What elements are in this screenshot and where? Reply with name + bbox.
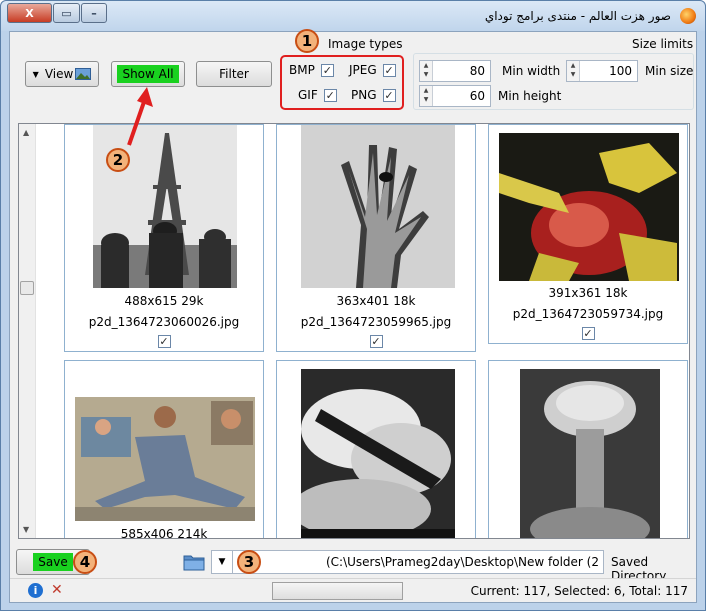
min-height-label: Min height — [498, 89, 562, 103]
thumbnail-image — [301, 125, 455, 288]
thumbnail-image — [301, 369, 455, 538]
title-bar: X ▭ – صور هزت العالم - منتدى برامج توداي — [1, 1, 705, 31]
progress-bar — [272, 582, 403, 600]
vertical-scrollbar[interactable]: ▲ ▼ — [19, 124, 36, 538]
tools-icon[interactable]: ✕ — [51, 582, 63, 598]
bmp-checkbox[interactable]: ✓ — [320, 63, 334, 77]
image-card[interactable]: 363x401 18k p2d_1364723059965.jpg ✓ — [276, 124, 476, 352]
image-info: 391x361 18k — [548, 286, 628, 300]
annotation-marker-1: 1 — [295, 29, 319, 53]
thumbnail-image — [499, 133, 679, 281]
minimize-window-button[interactable]: – — [81, 3, 107, 23]
image-filename: p2d_1364723060026.jpg — [88, 315, 240, 329]
image-info: 585x406 214k — [120, 527, 208, 539]
app-logo-icon — [680, 8, 696, 24]
scroll-down-icon[interactable]: ▼ — [23, 525, 29, 534]
thumbnail-image — [75, 397, 255, 521]
annotation-arrow-icon — [127, 87, 153, 146]
bmp-label: BMP — [289, 63, 315, 77]
image-filename: p2d_1364723059965.jpg — [300, 315, 452, 329]
view-button[interactable]: ▼ View — [25, 61, 99, 87]
save-label: Save — [33, 553, 73, 571]
gif-option[interactable]: GIF ✓ — [298, 88, 337, 102]
image-select-checkbox[interactable]: ✓ — [157, 335, 171, 348]
size-limits-title: Size limits — [632, 37, 694, 51]
dropdown-arrow-icon: ▼ — [218, 557, 226, 567]
bmp-option[interactable]: BMP ✓ — [289, 63, 334, 77]
spin-arrows-icon[interactable]: ▲ ▼ — [567, 61, 580, 81]
gif-label: GIF — [298, 88, 318, 102]
status-text: Current: 117, Selected: 6, Total: 117 — [470, 584, 688, 598]
save-path-input[interactable]: (C:\Users\Prameg2day\Desktop\New folder … — [232, 550, 604, 574]
min-size-spinner[interactable]: ▲ ▼ 100 — [566, 60, 638, 82]
photo-boys-icon — [75, 397, 255, 521]
image-info: 488x615 29k — [124, 294, 204, 308]
image-info: 363x401 18k — [336, 294, 416, 308]
main-panel: ▼ View Show All Filter Image types BMP ✓… — [9, 31, 697, 603]
image-select-checkbox[interactable]: ✓ — [581, 327, 595, 340]
photo-xray-hand-icon — [301, 125, 455, 288]
image-card[interactable] — [276, 360, 476, 538]
jpeg-option[interactable]: JPEG ✓ — [349, 63, 396, 77]
image-card[interactable] — [488, 360, 688, 538]
show-all-label: Show All — [117, 65, 179, 83]
min-height-value: 60 — [469, 89, 485, 103]
image-card[interactable]: 488x615 29k p2d_1364723060026.jpg ✓ — [64, 124, 264, 352]
view-button-label: View — [44, 67, 74, 81]
image-gallery[interactable]: ▲ ▼ 488x615 29k p2d_1364723060026.jpg ✓ … — [18, 123, 690, 539]
jpeg-label: JPEG — [349, 63, 377, 77]
png-option[interactable]: PNG ✓ — [351, 88, 396, 102]
annotation-marker-3: 3 — [237, 550, 261, 574]
maximize-window-button[interactable]: ▭ — [53, 3, 80, 23]
folder-icon[interactable] — [183, 553, 205, 571]
png-label: PNG — [351, 88, 377, 102]
min-size-label: Min size — [645, 64, 694, 78]
window-title: صور هزت العالم - منتدى برامج توداي — [484, 9, 671, 23]
close-window-button[interactable]: X — [7, 3, 52, 23]
min-width-label: Min width — [502, 64, 561, 78]
photo-airship-icon — [301, 369, 455, 538]
scroll-up-icon[interactable]: ▲ — [23, 128, 29, 137]
thumbnail-image — [520, 369, 660, 538]
gif-checkbox[interactable]: ✓ — [323, 88, 337, 102]
image-card[interactable]: 585x406 214k — [64, 360, 264, 539]
filter-button[interactable]: Filter — [196, 61, 272, 87]
spin-arrows-icon[interactable]: ▲ ▼ — [420, 61, 433, 81]
save-path-value: (C:\Users\Prameg2day\Desktop\New folder … — [325, 555, 599, 569]
image-types-title: Image types — [328, 37, 403, 51]
min-height-spinner[interactable]: ▲ ▼ 60 — [419, 85, 491, 107]
min-width-value: 80 — [469, 64, 485, 78]
info-icon[interactable]: i — [28, 583, 43, 598]
jpeg-checkbox[interactable]: ✓ — [382, 63, 396, 77]
show-all-button[interactable]: Show All — [111, 61, 185, 87]
annotation-marker-2: 2 — [106, 148, 130, 172]
dropdown-arrow-icon: ▼ — [32, 69, 39, 79]
min-size-value: 100 — [609, 64, 632, 78]
photo-surgery-icon — [499, 133, 679, 281]
image-select-checkbox[interactable]: ✓ — [369, 335, 383, 348]
filter-label: Filter — [219, 67, 249, 81]
photo-mushroom-cloud-icon — [520, 369, 660, 538]
min-width-spinner[interactable]: ▲ ▼ 80 — [419, 60, 491, 82]
status-bar: i ✕ Current: 117, Selected: 6, Total: 11… — [10, 578, 696, 602]
png-checkbox[interactable]: ✓ — [382, 88, 396, 102]
picture-icon — [75, 68, 92, 80]
image-card[interactable]: 391x361 18k p2d_1364723059734.jpg ✓ — [488, 124, 688, 344]
annotation-marker-4: 4 — [73, 550, 97, 574]
app-window: X ▭ – صور هزت العالم - منتدى برامج توداي… — [0, 0, 706, 611]
spin-arrows-icon[interactable]: ▲ ▼ — [420, 86, 433, 106]
image-filename: p2d_1364723059734.jpg — [512, 307, 664, 321]
path-dropdown-button[interactable]: ▼ — [211, 550, 233, 574]
scroll-thumb[interactable] — [20, 281, 34, 295]
